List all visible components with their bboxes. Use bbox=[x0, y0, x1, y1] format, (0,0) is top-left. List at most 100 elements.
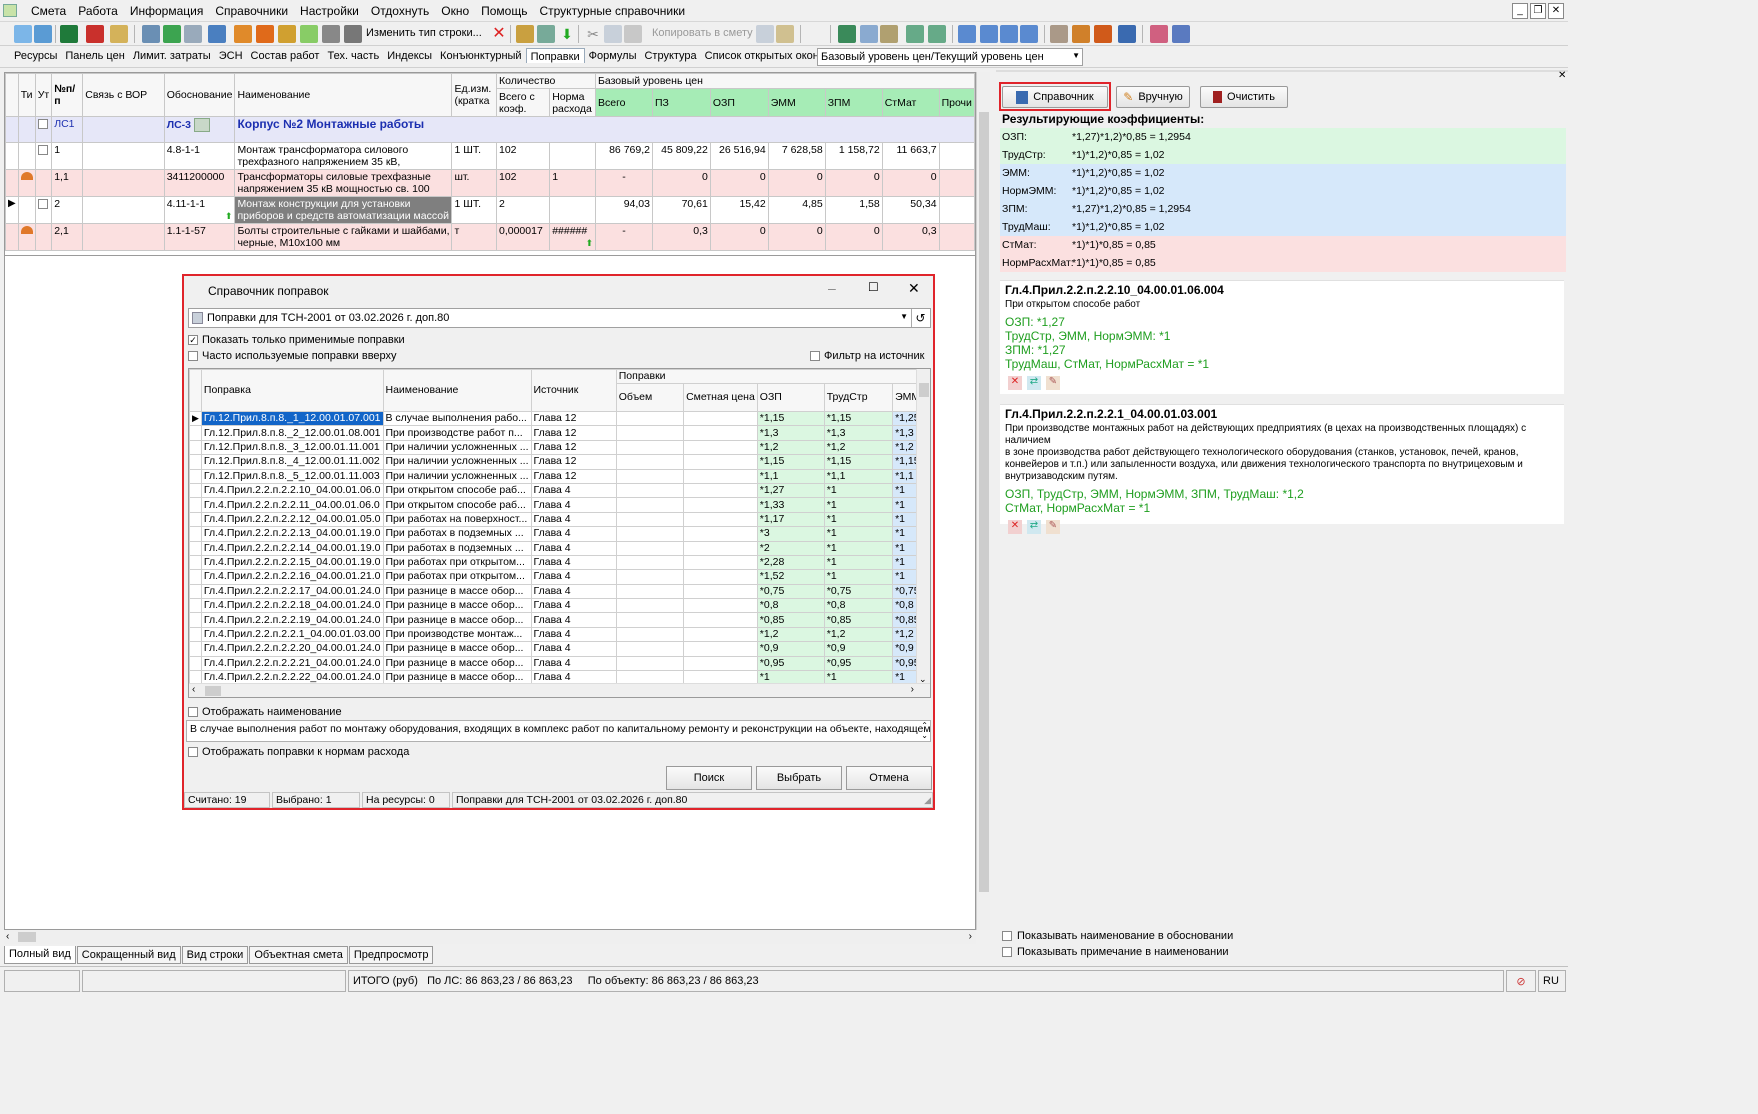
view-tab-3[interactable]: Объектная смета bbox=[249, 946, 348, 964]
pdf-icon[interactable] bbox=[86, 25, 104, 43]
resource-row[interactable]: 1,1 3411200000 Трансформаторы силовые тр… bbox=[5, 169, 976, 197]
swap-icon[interactable]: ⇄ bbox=[1027, 376, 1041, 390]
remove-icon[interactable]: ✕ bbox=[1008, 520, 1022, 534]
col-zpm[interactable]: ЗПМ bbox=[824, 88, 883, 117]
frequent-first-checkbox[interactable]: Часто используемые поправки вверху bbox=[188, 350, 397, 362]
tool-icon[interactable] bbox=[234, 25, 252, 43]
tab-1[interactable]: Панель цен bbox=[61, 50, 128, 63]
recalc-icon[interactable] bbox=[208, 25, 226, 43]
tab-9[interactable]: Формулы bbox=[585, 50, 641, 63]
list3-icon[interactable] bbox=[1000, 25, 1018, 43]
scroll-left-icon[interactable]: ‹ bbox=[6, 931, 9, 942]
scroll-arrows-icon[interactable]: ⌃ ⌄ bbox=[921, 721, 928, 741]
panel-close-icon[interactable]: ✕ bbox=[1558, 70, 1566, 81]
list4-icon[interactable] bbox=[1020, 25, 1038, 43]
minimize-icon[interactable]: _ bbox=[1512, 3, 1528, 19]
source-filter-checkbox[interactable]: Фильтр на источник bbox=[810, 350, 924, 362]
row-checkbox[interactable] bbox=[37, 145, 48, 156]
paste-icon[interactable] bbox=[624, 25, 642, 43]
col-unit[interactable]: Ед.изм. (кратка bbox=[451, 73, 497, 117]
col-trudstr[interactable]: ТрудСтр bbox=[823, 383, 894, 412]
estimate-row[interactable]: 1 4.8-1-1 Монтаж трансформатора силового… bbox=[5, 142, 976, 170]
correction-row[interactable]: Гл.4.Прил.2.2.п.2.2.12_04.00.01.05.0 При … bbox=[189, 511, 930, 528]
correction-row[interactable]: Гл.12.Прил.8.п.8._2_12.00.01.08.001 При п… bbox=[189, 425, 930, 441]
tab-4[interactable]: Состав работ bbox=[247, 50, 324, 63]
grid-horizontal-scrollbar[interactable]: ‹ › bbox=[4, 930, 976, 944]
grid-icon[interactable] bbox=[537, 25, 555, 43]
correction-row[interactable]: Гл.4.Прил.2.2.п.2.2.13_04.00.01.19.0 При … bbox=[189, 526, 930, 542]
tools-icon[interactable] bbox=[1050, 25, 1068, 43]
excel-icon[interactable] bbox=[60, 25, 78, 43]
dialog-minimize-icon[interactable]: – bbox=[828, 280, 836, 296]
col-qty-total[interactable]: Всего с коэф. bbox=[495, 88, 551, 117]
cut-icon[interactable]: ✂ bbox=[584, 25, 602, 43]
layers-icon[interactable] bbox=[1150, 25, 1168, 43]
clear-button[interactable]: Очистить bbox=[1200, 86, 1288, 108]
grid-vertical-scrollbar[interactable] bbox=[976, 72, 990, 930]
menu-item[interactable]: Справочники bbox=[215, 4, 288, 18]
col-base-level[interactable]: Базовый уровень цен bbox=[594, 73, 976, 89]
copy-to-estimate-button[interactable]: Копировать в смету bbox=[652, 27, 753, 39]
tab-7[interactable]: Конъюнктурный bbox=[436, 50, 526, 63]
tab-11[interactable]: Список открытых окон bbox=[701, 50, 823, 63]
col-proch[interactable]: Прочи bbox=[938, 88, 976, 117]
col-npp[interactable]: №п/п bbox=[51, 73, 84, 117]
show-note-checkbox[interactable]: Показывать примечание в наименовании bbox=[1002, 946, 1229, 958]
correction-row[interactable]: Гл.12.Прил.8.п.8._3_12.00.01.11.001 При н… bbox=[189, 439, 930, 456]
col-ozp[interactable]: ОЗП bbox=[709, 88, 769, 117]
col-basis[interactable]: Обоснование bbox=[163, 73, 236, 117]
col-emm[interactable]: ЭММ bbox=[767, 88, 826, 117]
correction-row[interactable]: Гл.12.Прил.8.п.8._5_12.00.01.11.003 При н… bbox=[189, 468, 930, 484]
show-name-toggle[interactable]: Отображать наименование bbox=[188, 706, 342, 718]
menu-item[interactable]: Структурные справочники bbox=[539, 4, 685, 18]
correction-row[interactable]: ▶ Гл.12.Прил.8.п.8._1_12.00.01.07.001 В сл… bbox=[189, 410, 930, 427]
estimate-row-selected[interactable]: ▶ 2 4.11-1-1 ⬆ Монтаж конструкции для уст… bbox=[5, 196, 976, 224]
dialog-close-icon[interactable]: ✕ bbox=[908, 280, 920, 297]
menu-item[interactable]: Отдохнуть bbox=[371, 4, 429, 18]
col-correction[interactable]: Поправка bbox=[200, 369, 384, 412]
correction-row[interactable]: Гл.4.Прил.2.2.п.2.2.19_04.00.01.24.0 При … bbox=[189, 612, 930, 628]
section-row[interactable]: ЛС1 ЛС-3 Корпус №2 Монтажные работы bbox=[5, 116, 975, 143]
chevron-down-icon[interactable]: ▼ bbox=[900, 312, 908, 321]
correction-row[interactable]: Гл.12.Прил.8.п.8._4_12.00.01.11.002 При н… bbox=[189, 454, 930, 470]
book-icon[interactable] bbox=[838, 25, 856, 43]
save-icon[interactable] bbox=[142, 25, 160, 43]
col-pz[interactable]: ПЗ bbox=[651, 88, 711, 117]
tab-2[interactable]: Лимит. затраты bbox=[129, 50, 215, 63]
col-name[interactable]: Наименование bbox=[234, 73, 453, 117]
col-stmat[interactable]: СтМат bbox=[881, 88, 940, 117]
col-qty[interactable]: Количество bbox=[496, 73, 596, 89]
manual-button[interactable]: ✎ Вручную bbox=[1116, 86, 1190, 108]
menu-item[interactable]: Смета bbox=[31, 4, 66, 18]
edit-icon[interactable]: ✎ bbox=[1046, 520, 1060, 534]
correction-row[interactable]: Гл.4.Прил.2.2.п.2.2.17_04.00.01.24.0 При … bbox=[189, 583, 930, 600]
tab-3[interactable]: ЭСН bbox=[215, 50, 247, 63]
car-icon[interactable] bbox=[1118, 25, 1136, 43]
worker-icon[interactable] bbox=[1072, 25, 1090, 43]
only-applicable-checkbox[interactable]: Показать только применимые поправки bbox=[188, 334, 405, 346]
price-level-select[interactable]: Базовый уровень цен/Текущий уровень цен … bbox=[817, 48, 1083, 66]
correction-row[interactable]: Гл.4.Прил.2.2.п.2.2.16_04.00.01.21.0 При … bbox=[189, 569, 930, 585]
table-icon[interactable] bbox=[906, 25, 924, 43]
col-volume[interactable]: Объем bbox=[615, 383, 685, 412]
row-checkbox[interactable] bbox=[37, 199, 48, 210]
view-tab-4[interactable]: Предпросмотр bbox=[348, 946, 434, 964]
correction-row[interactable]: Гл.4.Прил.2.2.п.2.2.10_04.00.01.06.0 При … bbox=[189, 482, 930, 499]
col-ut[interactable]: Ут bbox=[34, 73, 53, 117]
correction-row[interactable]: Гл.4.Прил.2.2.п.2.2.11_04.00.01.06.0 При … bbox=[189, 497, 930, 513]
show-norms-checkbox[interactable]: Отображать поправки к нормам расхода bbox=[188, 746, 409, 758]
correction-row[interactable]: Гл.4.Прил.2.2.п.2.2.15_04.00.01.19.0 При … bbox=[189, 554, 930, 571]
scroll-left-icon[interactable]: ‹ bbox=[192, 684, 195, 695]
copy-icon[interactable] bbox=[604, 25, 622, 43]
print-icon[interactable] bbox=[322, 25, 340, 43]
menu-item[interactable]: Окно bbox=[441, 4, 469, 18]
undo-icon[interactable] bbox=[184, 25, 202, 43]
col-qty-norm[interactable]: Норма расхода bbox=[549, 88, 596, 117]
language-indicator[interactable]: RU bbox=[1538, 970, 1566, 992]
cancel-button[interactable]: Отмена bbox=[846, 766, 932, 790]
tab-6[interactable]: Индексы bbox=[383, 50, 436, 63]
source-select[interactable]: Поправки для ТСН-2001 от 03.02.2026 г. д… bbox=[188, 308, 931, 328]
stack-icon[interactable] bbox=[278, 25, 296, 43]
truck-icon[interactable] bbox=[344, 25, 362, 43]
helmet-icon[interactable] bbox=[1094, 25, 1112, 43]
